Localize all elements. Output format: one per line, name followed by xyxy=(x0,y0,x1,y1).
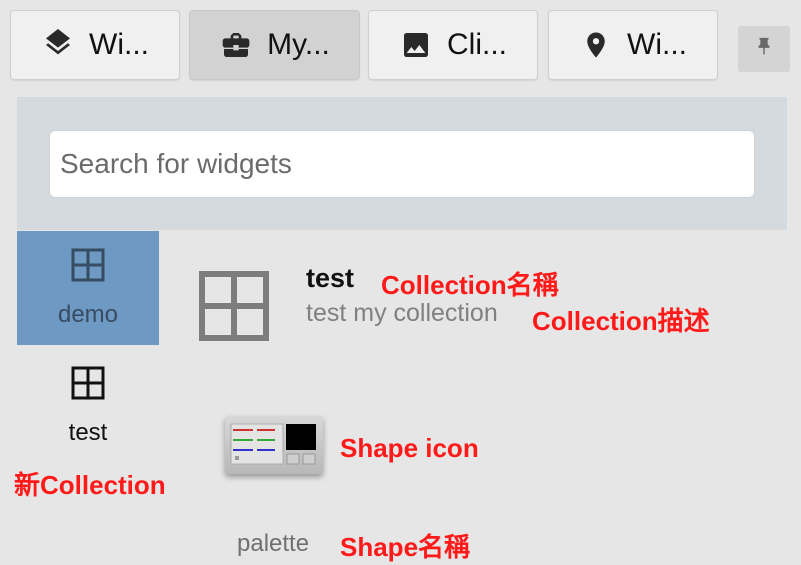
tab-label: Wi... xyxy=(627,28,687,61)
sidebar-item-demo[interactable]: demo xyxy=(17,231,159,345)
grid-icon xyxy=(71,248,105,287)
briefcase-icon xyxy=(219,28,253,62)
pushpin-icon xyxy=(753,34,775,65)
tab-widgets[interactable]: Wi... xyxy=(10,10,180,80)
annotation-collection-name: Collection名稱 xyxy=(381,270,559,300)
grid-icon xyxy=(71,366,105,405)
layers-icon xyxy=(41,28,75,62)
location-pin-icon xyxy=(579,28,613,62)
sidebar-item-test[interactable]: test xyxy=(17,351,159,461)
widget-tab-bar: Wi... My... Cli... Wi... xyxy=(0,0,801,92)
collection-description: test my collection xyxy=(306,299,498,327)
annotation-new-collection: 新Collection xyxy=(14,470,166,500)
search-area xyxy=(17,97,787,230)
annotation-collection-description: Collection描述 xyxy=(532,306,710,336)
shape-name: palette xyxy=(237,530,310,557)
tab-clips[interactable]: Cli... xyxy=(368,10,538,80)
collection-name: test xyxy=(306,263,355,293)
tab-label: Wi... xyxy=(89,28,149,61)
collection-sidebar: demo test xyxy=(17,231,159,565)
annotation-shape-name: Shape名稱 xyxy=(340,532,471,562)
image-icon xyxy=(399,28,433,62)
tab-my-widgets[interactable]: My... xyxy=(189,10,360,80)
tab-label: My... xyxy=(267,28,330,61)
search-input[interactable] xyxy=(49,130,755,198)
sidebar-item-label: test xyxy=(68,418,108,446)
annotation-shape-icon: Shape icon xyxy=(340,433,479,463)
grid-icon xyxy=(199,271,269,341)
tab-map-widgets[interactable]: Wi... xyxy=(548,10,718,80)
palette-thumbnail-icon[interactable] xyxy=(225,416,323,474)
sidebar-item-label: demo xyxy=(57,300,119,328)
pin-button[interactable] xyxy=(738,26,790,72)
tab-label: Cli... xyxy=(447,28,507,61)
